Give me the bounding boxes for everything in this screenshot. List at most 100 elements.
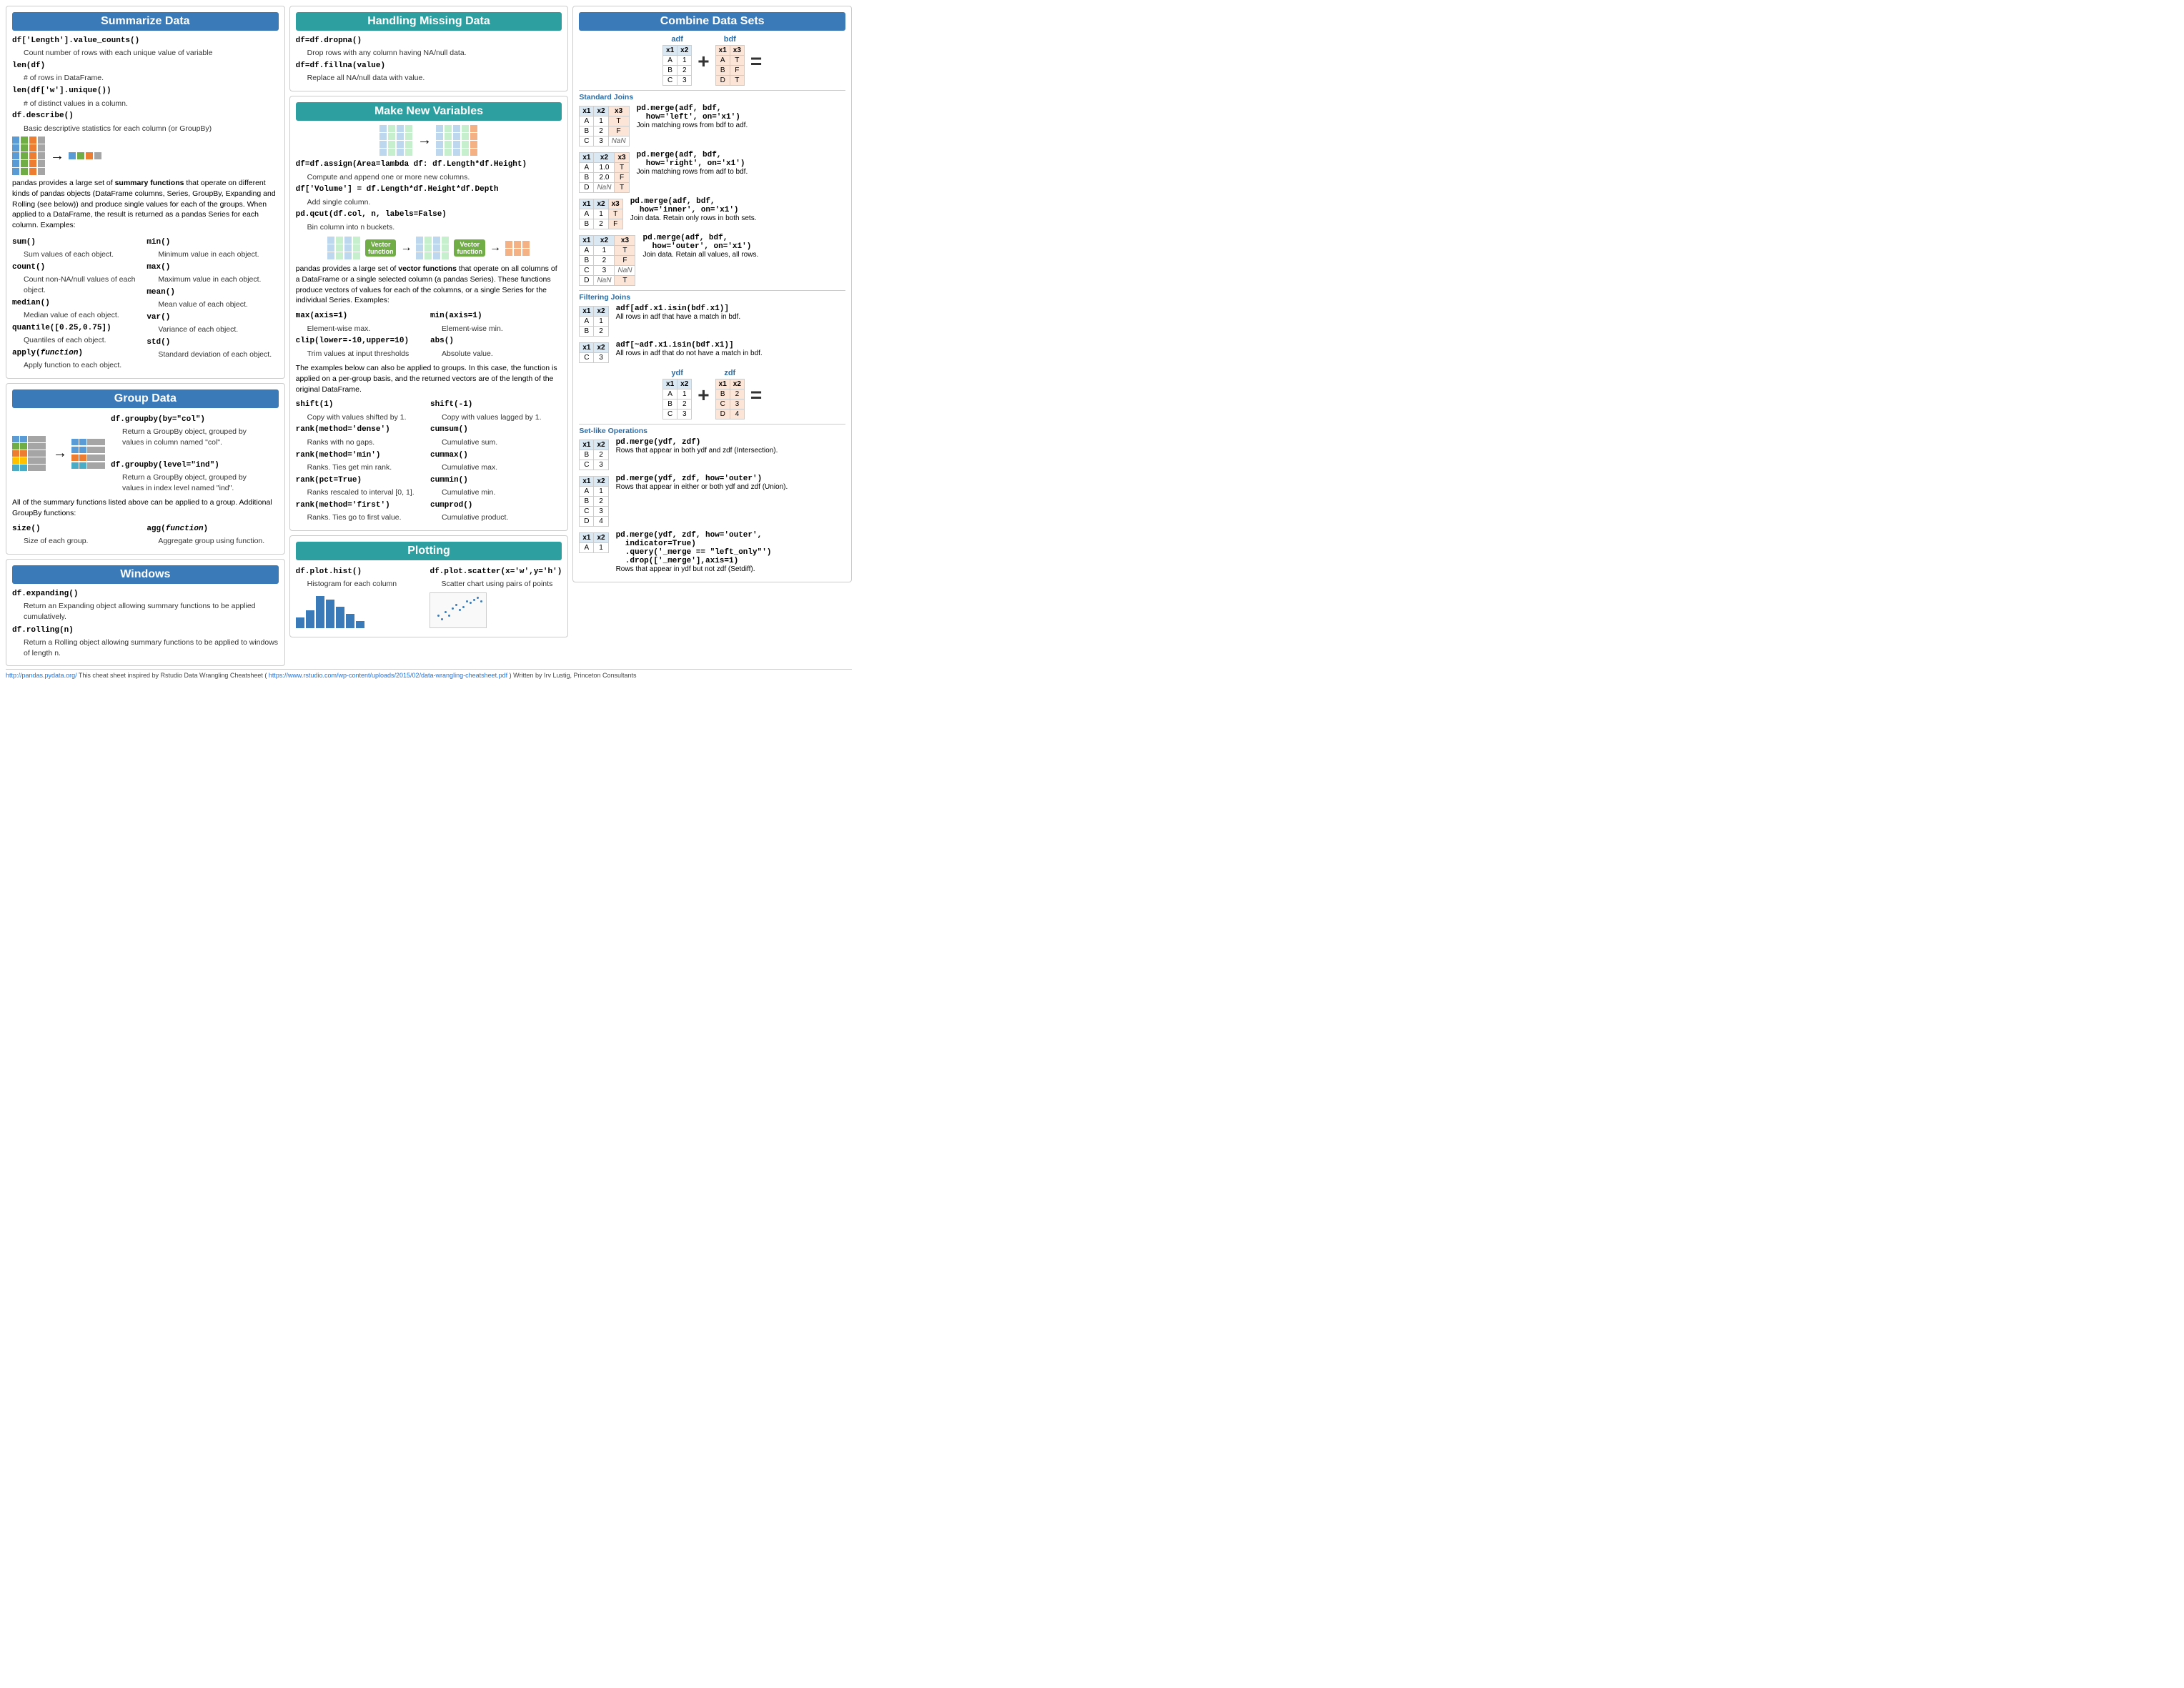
- summarize-header: Summarize Data: [12, 12, 279, 31]
- ydf-table: x1x2 A1 B2 C3: [662, 379, 692, 419]
- group-paragraph: All of the summary functions listed abov…: [12, 497, 279, 518]
- left-join-table: x1x2x3 A1T B2F C3NaN: [579, 104, 629, 148]
- footer-link1[interactable]: http://pandas.pydata.org/: [6, 672, 77, 679]
- desc-len-df: # of rows in DataFrame.: [24, 73, 279, 84]
- newvars-functions: max(axis=1) Element-wise max. clip(lower…: [296, 309, 562, 360]
- right-join-table: x1x2x3 A1.0T B2.0F DNaNT: [579, 151, 629, 194]
- main-layout: Summarize Data df['Length'].value_counts…: [6, 6, 852, 666]
- group-header: Group Data: [12, 389, 279, 408]
- code-hist: df.plot.hist(): [296, 567, 362, 576]
- intersect-desc: pd.merge(ydf, zdf) Rows that appear in b…: [616, 438, 778, 455]
- summarize-visual: →: [12, 136, 279, 175]
- yz-top-visual: ydf x1x2 A1 B2 C3 + zdf x1x2 B2 C3: [579, 369, 845, 421]
- plus-icon-2: +: [698, 384, 709, 407]
- desc-len-unique: # of distinct values in a column.: [24, 99, 279, 109]
- adf-label: adf: [662, 35, 692, 44]
- group-arrow: →: [53, 445, 67, 462]
- newvars-func2-right: shift(-1) Copy with values lagged by 1. …: [430, 397, 562, 524]
- zdf-label: zdf: [715, 369, 745, 377]
- code-value-counts: df['Length'].value_counts(): [12, 36, 139, 45]
- windows-header: Windows: [12, 565, 279, 584]
- missing-header: Handling Missing Data: [296, 12, 562, 31]
- desc-assign: Compute and append one or more new colum…: [307, 172, 562, 183]
- plotting-section: Plotting df.plot.hist() Histogram for ea…: [289, 535, 569, 637]
- group-func-left: size() Size of each group.: [12, 522, 144, 548]
- inner-join-desc: pd.merge(adf, bdf, how='inner', on='x1')…: [630, 197, 757, 222]
- newvars-paragraph2: The examples below can also be applied t…: [296, 363, 562, 394]
- filter-join-2-table: x1x2 C3: [579, 341, 608, 364]
- bdf-table: x1x3 AT BF DT: [715, 45, 745, 86]
- newvars-section: Make New Variables → df=df.assign(Area=: [289, 96, 569, 531]
- inner-join-table: x1x2x3 A1T B2F: [579, 197, 622, 231]
- code-len-unique: len(df['w'].unique()): [12, 86, 111, 95]
- vector-box-2: Vectorfunction: [454, 239, 485, 257]
- intersect-row: x1x2 B2 C3 pd.merge(ydf, zdf) Rows that …: [579, 438, 845, 472]
- code-scatter: df.plot.scatter(x='w',y='h'): [430, 567, 562, 576]
- summarize-paragraph: pandas provides a large set of summary f…: [12, 178, 279, 230]
- left-join-desc: pd.merge(adf, bdf, how='left', on='x1') …: [637, 104, 748, 129]
- desc-rolling: Return a Rolling object allowing summary…: [24, 637, 279, 658]
- plotting-right: df.plot.scatter(x='w',y='h') Scatter cha…: [430, 565, 562, 631]
- filter-join-1-desc: adf[adf.x1.isin(bdf.x1)] All rows in adf…: [616, 304, 741, 321]
- footer-desc: This cheat sheet inspired by Rstudio Dat…: [79, 672, 267, 679]
- footer-author: ) Written by Irv Lustig, Princeton Consu…: [510, 672, 637, 679]
- group-section: Group Data: [6, 383, 285, 555]
- newvars-visual: →: [296, 125, 562, 156]
- desc-hist: Histogram for each column: [307, 579, 427, 590]
- union-desc: pd.merge(ydf, zdf, how='outer') Rows tha…: [616, 475, 788, 491]
- newvars-func-left: max(axis=1) Element-wise max. clip(lower…: [296, 309, 427, 360]
- missing-section: Handling Missing Data df=df.dropna() Dro…: [289, 6, 569, 91]
- set-ops-header: Set-like Operations: [579, 424, 845, 435]
- code-assign: df=df.assign(Area=lambda df: df.Length*d…: [296, 160, 527, 169]
- code-expanding: df.expanding(): [12, 590, 78, 598]
- column-3: Combine Data Sets adf x1x2 A1 B2 C3 + bd…: [572, 6, 852, 582]
- equals-icon-2: =: [750, 384, 762, 407]
- zdf-table-container: zdf x1x2 B2 C3 D4: [715, 369, 745, 421]
- intersect-table: x1x2 B2 C3: [579, 438, 608, 472]
- zdf-table: x1x2 B2 C3 D4: [715, 379, 745, 419]
- column-1: Summarize Data df['Length'].value_counts…: [6, 6, 285, 666]
- ydf-table-container: ydf x1x2 A1 B2 C3: [662, 369, 692, 421]
- bdf-table-container: bdf x1x3 AT BF DT: [715, 35, 745, 87]
- outer-join-desc: pd.merge(adf, bdf, how='outer', on='x1')…: [642, 234, 758, 259]
- adf-table: x1x2 A1 B2 C3: [662, 45, 692, 86]
- group-extra-functions: size() Size of each group. agg(function)…: [12, 522, 279, 548]
- equals-icon: =: [750, 50, 762, 73]
- code-qcut: pd.qcut(df.col, n, labels=False): [296, 210, 447, 219]
- union-table: x1x2 A1 B2 C3 D4: [579, 475, 608, 528]
- ydf-label: ydf: [662, 369, 692, 377]
- footer: http://pandas.pydata.org/ This cheat she…: [6, 669, 852, 679]
- column-2: Handling Missing Data df=df.dropna() Dro…: [289, 6, 569, 637]
- standard-joins-header: Standard Joins: [579, 90, 845, 101]
- desc-fillna: Replace all NA/null data with value.: [307, 73, 562, 84]
- code-fillna: df=df.fillna(value): [296, 61, 385, 70]
- histogram-chart: [296, 592, 427, 628]
- footer-link2[interactable]: https://www.rstudio.com/wp-content/uploa…: [269, 672, 507, 679]
- union-row: x1x2 A1 B2 C3 D4 pd.merge(ydf, zdf, how=…: [579, 475, 845, 528]
- right-join-row: x1x2x3 A1.0T B2.0F DNaNT pd.merge(adf, b…: [579, 151, 845, 194]
- filter-join-2-row: x1x2 C3 adf[~adf.x1.isin(bdf.x1)] All ro…: [579, 341, 845, 364]
- code-len-df: len(df): [12, 61, 45, 70]
- func-right: min() Minimum value in each object. max(…: [147, 235, 278, 372]
- newvars-func2-left: shift(1) Copy with values shifted by 1. …: [296, 397, 427, 524]
- vector-visual: Vectorfunction → Vectorfunction →: [296, 237, 562, 259]
- code-volume: df['Volume'] = df.Length*df.Height*df.De…: [296, 185, 499, 194]
- summarize-functions: sum() Sum values of each object. count()…: [12, 235, 279, 372]
- desc-describe: Basic descriptive statistics for each co…: [24, 124, 279, 134]
- code-rolling: df.rolling(n): [12, 626, 74, 635]
- vector-box-1: Vectorfunction: [365, 239, 397, 257]
- adf-table-container: adf x1x2 A1 B2 C3: [662, 35, 692, 87]
- newvars-header: Make New Variables: [296, 102, 562, 121]
- scatter-chart: [430, 592, 487, 628]
- desc-expanding: Return an Expanding object allowing summ…: [24, 601, 279, 622]
- code-dropna: df=df.dropna(): [296, 36, 362, 45]
- plotting-left: df.plot.hist() Histogram for each column: [296, 565, 427, 631]
- left-join-row: x1x2x3 A1T B2F C3NaN pd.merge(adf, bdf, …: [579, 104, 845, 148]
- func-left: sum() Sum values of each object. count()…: [12, 235, 144, 372]
- group-visual: →: [12, 412, 279, 495]
- filter-join-1-table: x1x2 A1 B2: [579, 304, 608, 338]
- filter-join-1-row: x1x2 A1 B2 adf[adf.x1.isin(bdf.x1)] All …: [579, 304, 845, 338]
- right-join-desc: pd.merge(adf, bdf, how='right', on='x1')…: [637, 151, 748, 176]
- setdiff-row: x1x2 A1 pd.merge(ydf, zdf, how='outer', …: [579, 531, 845, 573]
- newvars-func-right: min(axis=1) Element-wise min. abs() Abso…: [430, 309, 562, 360]
